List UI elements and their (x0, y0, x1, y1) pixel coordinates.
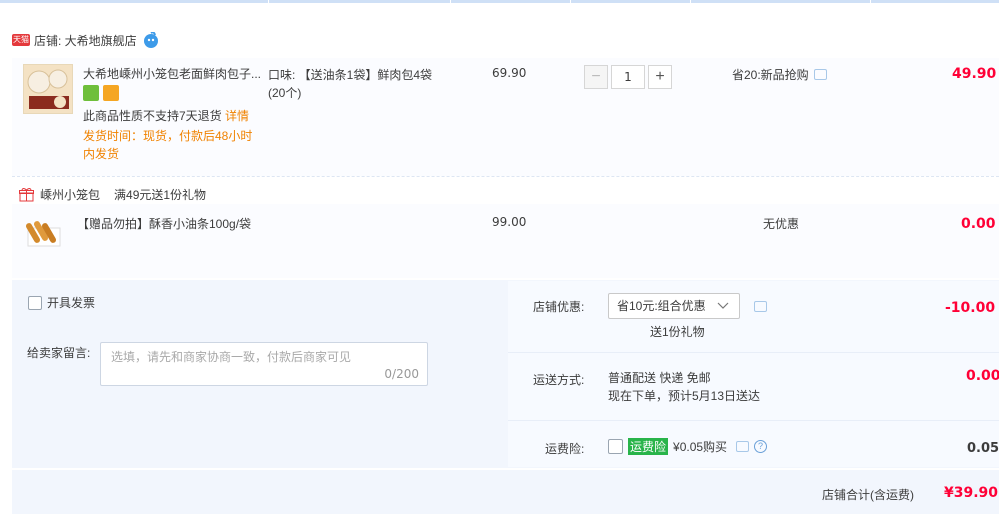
item-promo: 省20:新品抢购 (732, 66, 827, 83)
shop-header: 天猫 店铺: 大希地旗舰店 (12, 30, 159, 50)
gift-promo-label: 满49元送1份礼物 (114, 188, 207, 202)
no-return-text: 此商品性质不支持7天退货 (83, 109, 222, 123)
flavor-line2: (20个) (268, 86, 302, 100)
shipping-label: 运送方式: (533, 373, 585, 387)
ship-time: 发货时间：现货，付款后48小时 内发货 (83, 127, 263, 163)
gift-subtotal: 0.00 (961, 216, 996, 232)
promo-comment-icon[interactable] (813, 69, 827, 80)
gift-unit-price: 99.00 (492, 215, 527, 229)
wangwang-chat-icon[interactable] (143, 32, 159, 48)
invoice-checkbox[interactable] (28, 295, 42, 310)
increase-quantity-button[interactable]: + (648, 65, 672, 89)
invoice-option[interactable]: 开具发票 (28, 294, 95, 311)
product-flavor: 口味: 【送油条1袋】鲜肉包4袋 (20个) (268, 66, 432, 102)
product-title[interactable]: 大希地嵊州小笼包老面鲜肉包子... (83, 66, 263, 82)
insurance-comment-icon[interactable] (736, 441, 750, 452)
store-discount-gift-note: 送1份礼物 (650, 325, 705, 339)
help-icon[interactable]: ? (754, 440, 768, 453)
ship-time-line1: 发货时间：现货，付款后48小时 (83, 129, 253, 143)
gift-item-title[interactable]: 【赠品勿拍】酥香小油条100g/袋 (77, 215, 251, 232)
gift-thumbnail[interactable] (24, 214, 64, 254)
summary-divider (508, 352, 999, 353)
insurance-option: 运费险 ¥0.05购买 ? (608, 438, 768, 455)
decrease-quantity-button[interactable]: − (584, 65, 608, 89)
store-total-amount: ¥39.90 (944, 485, 999, 501)
unit-price: 69.90 (492, 66, 527, 80)
gift-store-label: 嵊州小笼包 (40, 188, 101, 202)
store-total-label: 店铺合计(含运费) (822, 488, 914, 502)
shipping-amount: 0.00 (966, 368, 999, 384)
insurance-amount: 0.05 (967, 441, 999, 456)
quantity-input[interactable]: 1 (611, 65, 645, 89)
store-discount-selected: 省10元:组合优惠 (617, 299, 706, 313)
table-header-strip (0, 0, 999, 3)
shipping-eta: 现在下单，预计5月13日送达 (608, 389, 761, 403)
insurance-label: 运费险: (545, 442, 585, 456)
insurance-checkbox[interactable] (608, 439, 623, 454)
seller-message-textarea[interactable]: 选填，请先和商家协商一致，付款后商家可见 0/200 (100, 342, 428, 386)
item-divider (12, 176, 999, 177)
message-char-counter: 0/200 (384, 367, 419, 381)
header-divider (690, 0, 691, 3)
details-link[interactable]: 详情 (225, 109, 249, 123)
store-discount-amount: -10.00 (945, 300, 996, 316)
discount-comment-icon[interactable] (754, 301, 767, 312)
shipping-info: 普通配送 快递 免邮 现在下单，预计5月13日送达 (608, 369, 760, 405)
shop-name[interactable]: 店铺: 大希地旗舰店 (34, 32, 137, 49)
credit-card-icon[interactable] (103, 85, 119, 101)
item-subtotal: 49.90 (952, 66, 997, 82)
gift-image (26, 221, 61, 247)
tmall-badge-icon: 天猫 (12, 34, 30, 46)
summary-divider (508, 420, 999, 421)
ship-time-line2: 内发货 (83, 147, 120, 161)
chevron-down-icon (717, 302, 729, 309)
gift-promo: 无优惠 (763, 217, 800, 231)
quality-assurance-icon[interactable] (83, 85, 99, 101)
product-image (24, 65, 72, 113)
message-placeholder: 选填，请先和商家协商一致，付款后商家可见 (111, 350, 352, 364)
insurance-price: ¥0.05购买 (673, 440, 728, 454)
header-divider (268, 0, 269, 3)
insurance-badge: 运费险 (628, 438, 669, 455)
gift-header: 嵊州小笼包 满49元送1份礼物 (19, 186, 206, 203)
header-divider (570, 0, 571, 3)
item-promo-text: 省20:新品抢购 (732, 68, 809, 82)
message-label: 给卖家留言: (27, 346, 91, 360)
quantity-stepper: − 1 + (584, 65, 672, 89)
no-return-notice: 此商品性质不支持7天退货 详情 (83, 108, 249, 124)
store-discount-select[interactable]: 省10元:组合优惠 (608, 293, 740, 319)
product-thumbnail[interactable] (23, 64, 73, 114)
gift-icon (19, 188, 34, 202)
invoice-label: 开具发票 (47, 296, 96, 310)
flavor-line1: 口味: 【送油条1袋】鲜肉包4袋 (268, 68, 433, 82)
header-divider (870, 0, 871, 3)
header-divider (450, 0, 451, 3)
store-discount-label: 店铺优惠: (533, 300, 585, 314)
shipping-method: 普通配送 快递 免邮 (608, 371, 711, 385)
product-service-icons (83, 85, 119, 101)
